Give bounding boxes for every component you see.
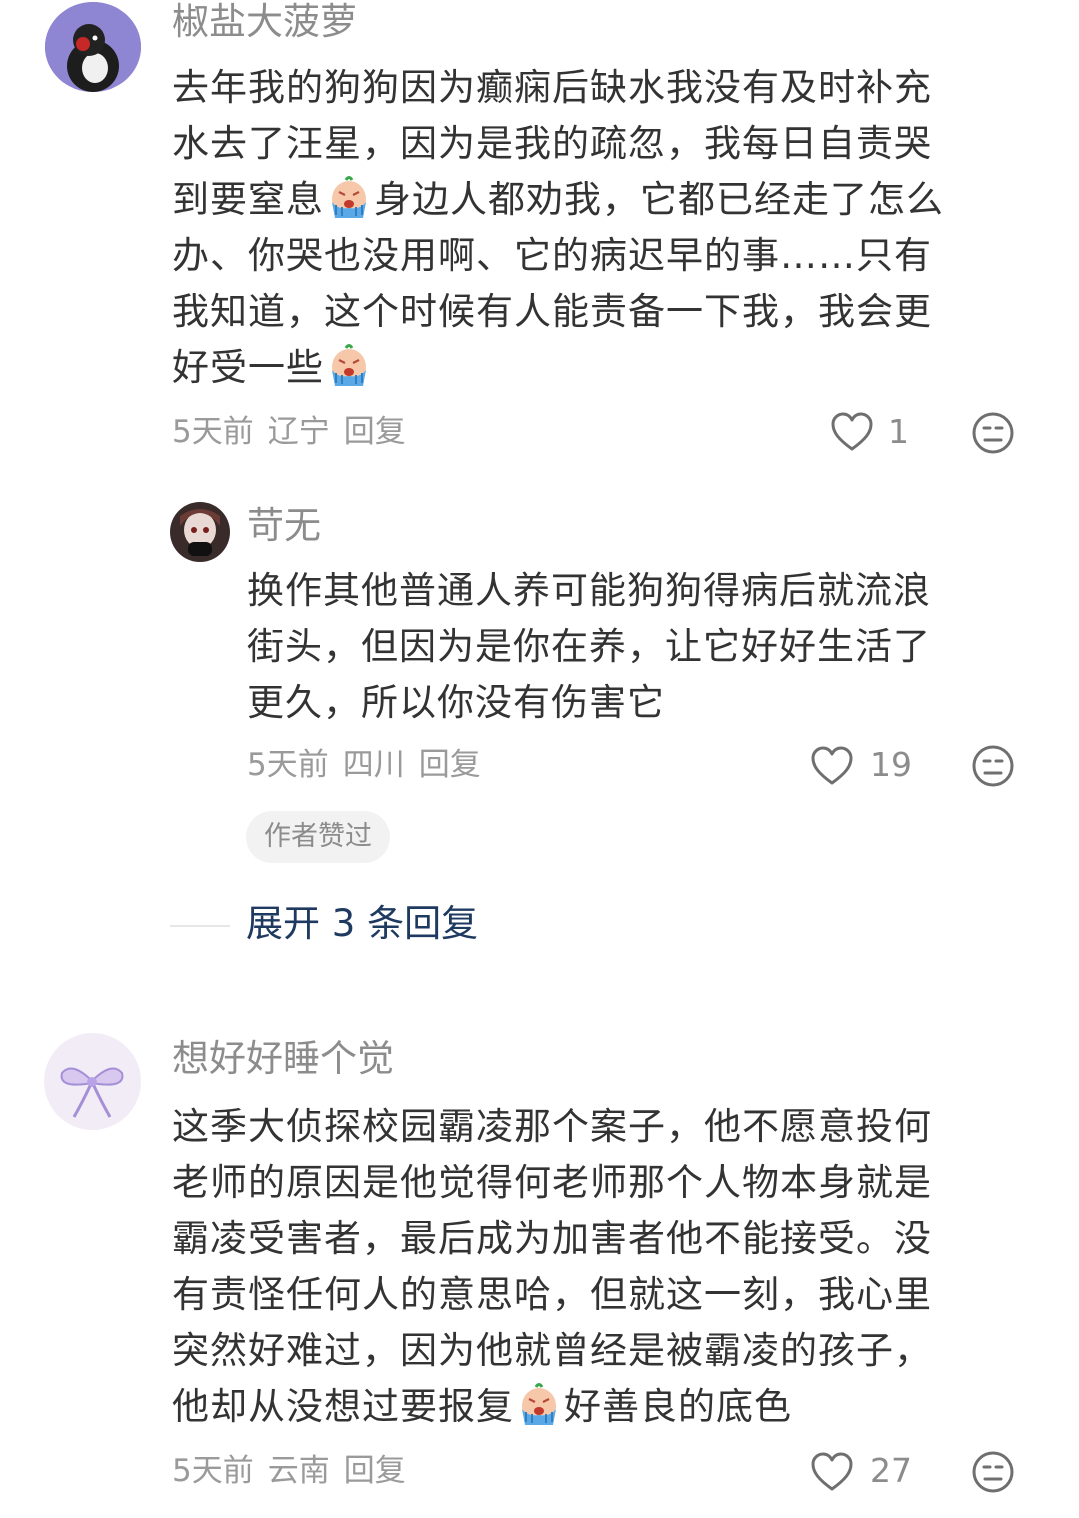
reply-button[interactable]: 回复 (419, 747, 481, 783)
avatar[interactable] (170, 502, 230, 562)
reply-button[interactable]: 回复 (344, 414, 406, 450)
comment-line: 办、你哭也没用啊、它的病迟早的事……只有 (172, 234, 932, 277)
comment-line: 好受一些 (172, 340, 1042, 396)
author-liked-badge: 作者赞过 (246, 811, 390, 863)
neutral-face-icon[interactable] (971, 411, 1015, 455)
avatar[interactable] (45, 2, 141, 92)
avatar[interactable] (44, 1033, 141, 1130)
comment-location: 云南 (267, 1453, 330, 1489)
user-avatar-icon (170, 502, 230, 562)
comment-line: 换作其他普通人养可能狗狗得病后就流浪 (247, 569, 931, 612)
comment-location: 辽宁 (267, 414, 330, 450)
comment-text: 换作其他普通人养可能狗狗得病后就流浪 街头，但因为是你在养，让它好好生活了 更久… (247, 563, 1047, 731)
like-count: 27 (870, 1451, 912, 1490)
reply-button[interactable]: 回复 (344, 1453, 406, 1489)
comment-meta: 5天前 云南 回复 (172, 1451, 420, 1491)
comment-line: 突然好难过，因为他就曾经是被霸凌的孩子， (172, 1329, 932, 1372)
crying-emoji (516, 1381, 562, 1427)
comment-line-part: 身边人都劝我，它都已经走了怎么 (374, 178, 944, 221)
comment-username[interactable]: 苛无 (247, 504, 321, 548)
penguin-avatar-icon (45, 2, 141, 92)
neutral-face-icon[interactable] (971, 744, 1015, 788)
comment-time: 5天前 (247, 747, 329, 783)
comment-line: 更久，所以你没有伤害它 (247, 681, 665, 724)
heart-outline-icon[interactable] (830, 412, 874, 452)
like-count: 1 (888, 412, 909, 451)
comment-line: 水去了汪星，因为是我的疏忽，我每日自责哭 (172, 122, 932, 165)
heart-outline-icon[interactable] (810, 746, 854, 786)
crying-emoji (326, 342, 372, 388)
comment-line: 霸凌受害者，最后成为加害者他不能接受。没 (172, 1217, 932, 1260)
comment-line-part: 到要窒息 (172, 178, 324, 221)
comment-line: 到要窒息 身边人都劝我，它都已经走了怎么 (172, 172, 1042, 228)
like-count: 19 (870, 745, 912, 784)
neutral-face-icon[interactable] (971, 1450, 1015, 1494)
comment-line: 老师的原因是他觉得何老师那个人物本身就是 (172, 1161, 932, 1204)
comment-meta: 5天前 辽宁 回复 (172, 412, 420, 452)
comment-line: 街头，但因为是你在养，让它好好生活了 (247, 625, 931, 668)
expand-replies-button[interactable]: 展开 3 条回复 (246, 900, 478, 948)
comment-line-part: 好善良的底色 (564, 1385, 792, 1428)
divider (170, 925, 230, 927)
heart-outline-icon[interactable] (810, 1452, 854, 1492)
comment-line-part: 他却从没想过要报复 (172, 1385, 514, 1428)
comment-username[interactable]: 想好好睡个觉 (172, 1037, 394, 1081)
bow-avatar-icon (44, 1033, 141, 1130)
comment-line: 有责怪任何人的意思哈，但就这一刻，我心里 (172, 1273, 932, 1316)
comment-time: 5天前 (172, 414, 254, 450)
comment-line: 去年我的狗狗因为癫痫后缺水我没有及时补充 (172, 66, 932, 109)
comment-line: 我知道，这个时候有人能责备一下我，我会更 (172, 290, 932, 333)
comment-location: 四川 (342, 747, 405, 783)
comment-line: 他却从没想过要报复 好善良的底色 (172, 1379, 1042, 1435)
comment-line-part: 好受一些 (172, 346, 324, 389)
comment-time: 5天前 (172, 1453, 254, 1489)
crying-emoji (326, 174, 372, 220)
comment-line: 这季大侦探校园霸凌那个案子，他不愿意投何 (172, 1105, 932, 1148)
comment-meta: 5天前 四川 回复 (247, 745, 495, 785)
comment-text: 去年我的狗狗因为癫痫后缺水我没有及时补充 水去了汪星，因为是我的疏忽，我每日自责… (172, 60, 1042, 396)
comment-text: 这季大侦探校园霸凌那个案子，他不愿意投何 老师的原因是他觉得何老师那个人物本身就… (172, 1099, 1042, 1435)
comment-username[interactable]: 椒盐大菠萝 (172, 0, 357, 44)
